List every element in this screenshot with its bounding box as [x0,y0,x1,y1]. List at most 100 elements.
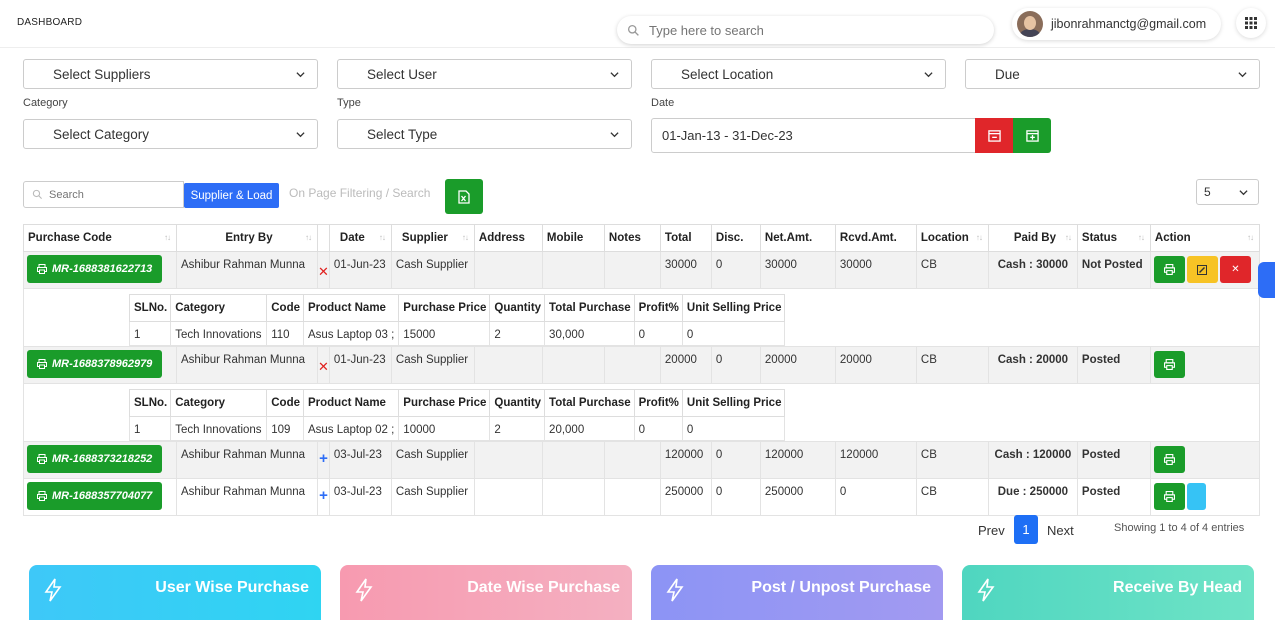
status-badge: Posted [1076,441,1151,479]
prev-button[interactable]: Prev [978,523,1005,538]
detail-col-product: Product Name [302,294,400,322]
clear-date-button[interactable] [975,118,1013,153]
user-select[interactable]: Select User [337,59,632,89]
date-range-input[interactable]: 01-Jan-13 - 31-Dec-23 [651,118,977,153]
chevron-down-icon [1238,72,1247,78]
detail-cell: 110 [266,321,304,346]
card-title: Receive By Head [1113,579,1242,596]
col-location[interactable]: Location ↑↓ [915,224,989,252]
mobile-cell [541,251,605,289]
col-rcvd-amt[interactable]: Rcvd.Amt. [834,224,917,252]
delete-button[interactable]: ✕ [1219,256,1251,283]
global-search-input[interactable] [649,22,969,38]
category-select[interactable]: Select Category [23,119,318,149]
detail-table: SLNo. Category Code Product Name Purchas… [128,294,786,346]
print-icon [1163,359,1175,370]
global-search[interactable] [617,16,994,44]
status-badge: Posted [1076,478,1151,516]
col-status[interactable]: Status ↑↓ [1076,224,1151,252]
status-select-value: Due [995,66,1020,82]
plus-icon[interactable]: + [317,478,330,516]
type-select[interactable]: Select Type [337,119,632,149]
detail-cell: 2 [489,416,546,441]
brand-title[interactable]: DASHBOARD [17,17,82,28]
apps-menu-button[interactable] [1236,8,1266,38]
detail-item-row: 1 Tech Innovations 109 Asus Laptop 02 ; … [128,416,786,441]
mobile-cell [541,478,605,516]
net-cell: 30000 [759,251,836,289]
post-unpost-purchase-card[interactable]: Post / Unpost Purchase [651,565,943,620]
address-cell [473,251,543,289]
receive-button[interactable] [1186,483,1206,510]
settings-side-tab[interactable] [1258,262,1275,298]
col-supplier[interactable]: Supplier ↑↓ [390,224,475,252]
supplier-select[interactable]: Select Suppliers [23,59,318,89]
print-icon [1163,454,1175,465]
table-row: MR-1688373218252 Ashibur Rahman Munna + … [23,441,1261,479]
table-search-input[interactable] [49,188,169,201]
page-1-button[interactable]: 1 [1014,515,1038,544]
page-size-select[interactable]: 5 [1196,179,1259,205]
page-size-value: 5 [1204,185,1211,199]
detail-table: SLNo. Category Code Product Name Purchas… [128,389,786,441]
detail-col-slno: SLNo. [128,389,172,417]
date-wise-purchase-card[interactable]: Date Wise Purchase [340,565,632,620]
user-menu[interactable]: jibonrahmanctg@gmail.com [1012,8,1221,40]
user-wise-purchase-card[interactable]: User Wise Purchase [29,565,321,620]
rcvd-cell: 30000 [834,251,917,289]
detail-col-profit: Profit% [633,294,683,322]
category-label: Category [23,97,68,109]
purchase-code-button[interactable]: MR-1688378962979 [27,350,163,378]
col-address[interactable]: Address [473,224,543,252]
table-row: MR-1688378962979 Ashibur Rahman Munna ✕ … [23,346,1261,384]
user-select-value: Select User [367,66,437,82]
status-select[interactable]: Due [965,59,1260,89]
add-date-button[interactable] [1013,118,1051,153]
col-net-amt[interactable]: Net.Amt. [759,224,836,252]
purchase-table: Purchase Code ↑↓ Entry By ↑↓ Date ↑↓ Suppli… [23,224,1261,516]
close-icon[interactable]: ✕ [317,251,330,289]
next-button[interactable]: Next [1047,523,1074,538]
detail-col-qty: Quantity [489,389,546,417]
detail-cell: 30,000 [544,321,635,346]
col-total[interactable]: Total [659,224,712,252]
col-entry-by[interactable]: Entry By ↑↓ [176,224,318,252]
table-search[interactable] [23,181,184,208]
print-button[interactable] [1153,256,1185,283]
detail-cell: 109 [266,416,304,441]
col-date[interactable]: Date ↑↓ [328,224,392,252]
col-disc[interactable]: Disc. [710,224,761,252]
location-select[interactable]: Select Location [651,59,946,89]
bolt-icon [666,578,684,602]
close-icon[interactable]: ✕ [317,346,330,384]
print-button[interactable] [1153,483,1185,510]
purchase-code-button[interactable]: MR-1688357704077 [27,482,163,510]
date-cell: 01-Jun-23 [328,346,392,384]
col-mobile[interactable]: Mobile [541,224,605,252]
edit-button[interactable] [1186,256,1218,283]
purchase-code-button[interactable]: MR-1688381622713 [27,255,163,283]
detail-col-unit-price: Unit Selling Price [681,294,786,322]
plus-icon[interactable]: + [317,441,330,479]
print-button[interactable] [1153,446,1185,473]
export-excel-button[interactable] [445,179,483,214]
detail-cell: 0 [681,321,786,346]
status-badge: Posted [1076,346,1151,384]
col-purchase-code[interactable]: Purchase Code ↑↓ [23,224,177,252]
detail-cell: 2 [489,321,546,346]
total-cell: 30000 [659,251,712,289]
purchase-code-button[interactable]: MR-1688373218252 [27,445,163,473]
supplier-load-button[interactable]: Supplier & Load [184,183,279,208]
detail-cell: Asus Laptop 03 ; [302,321,400,346]
col-action[interactable]: Action ↑↓ [1149,224,1261,252]
col-paid-by[interactable]: Paid By ↑↓ [987,224,1078,252]
col-notes[interactable]: Notes [603,224,661,252]
print-button[interactable] [1153,351,1185,378]
receive-by-head-card[interactable]: Receive By Head [962,565,1254,620]
card-title: Date Wise Purchase [467,579,620,596]
mobile-cell [541,346,605,384]
print-icon [37,359,47,369]
search-icon [627,24,639,36]
detail-header-row: SLNo. Category Code Product Name Purchas… [128,389,786,417]
notes-cell [603,478,661,516]
